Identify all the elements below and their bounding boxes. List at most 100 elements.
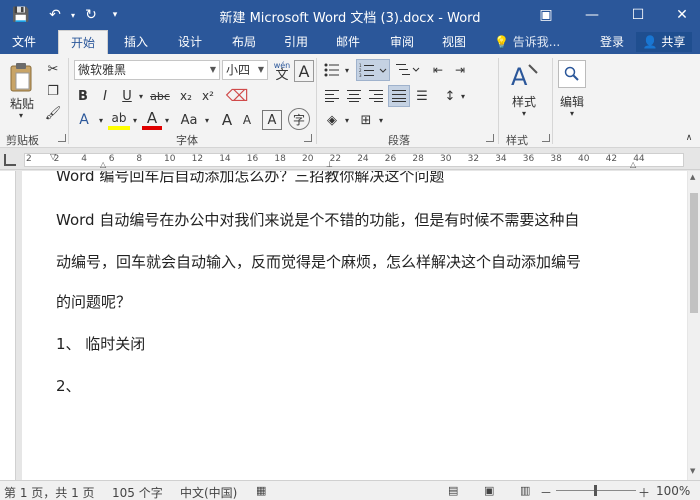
doc-line[interactable]: 1、 临时关闭 [56,333,145,354]
underline-dropdown-icon[interactable]: ▾ [136,86,146,106]
paste-button[interactable] [6,60,36,94]
font-name-combo[interactable]: 微软雅黑 ▼ [74,60,220,80]
text-effects-icon[interactable]: ⌫ [226,84,249,106]
hanging-indent-marker[interactable]: △ [100,160,106,169]
tab-design[interactable]: 设计 [168,30,212,54]
ribbon-display-options-icon[interactable]: ▣ [526,0,566,30]
horizontal-ruler[interactable]: 2 2 4 6 8 10 12 14 16 18 20 22 24 26 28 30 32 34 36 38 40 42 4… [0,150,700,170]
chevron-down-icon[interactable]: ▾ [566,108,578,118]
web-layout-icon[interactable]: ▥ [520,484,530,497]
tab-selector-icon[interactable] [4,154,16,166]
align-right-icon[interactable] [366,86,386,106]
vertical-ruler[interactable] [0,171,16,480]
scroll-down-icon[interactable]: ▼ [690,467,695,475]
line-spacing-icon[interactable]: ↕ [440,86,460,106]
page-count[interactable]: 第 1 页，共 1 页 [4,484,95,500]
close-button[interactable]: ✕ [662,0,700,30]
doc-line[interactable]: Word 编号回车后自动添加怎么办？三招教你解决这个问题 [56,171,444,186]
font-size-combo[interactable]: 小四 ▼ [222,60,268,80]
share-button[interactable]: 👤 共享 [636,32,692,52]
font-color-button[interactable]: A [142,109,162,130]
tab-mailings[interactable]: 邮件 [326,30,370,54]
paste-label[interactable]: 粘贴 [4,96,40,111]
character-border-button[interactable]: A [262,110,282,130]
strikethrough-button[interactable]: abc [148,86,172,106]
tab-review[interactable]: 审阅 [380,30,424,54]
paragraph-launcher-icon[interactable] [486,134,494,142]
zoom-out-button[interactable]: － [540,484,552,500]
clear-formatting-button[interactable]: A [294,60,314,82]
shrink-font-button[interactable]: A [238,110,256,130]
tab-stop-marker[interactable]: ⊥ [326,160,333,169]
superscript-button[interactable]: x² [198,86,218,106]
maximize-button[interactable]: ☐ [618,0,658,30]
styles-gallery-icon[interactable]: A [508,60,540,92]
macro-record-icon[interactable]: ▦ [256,484,266,497]
scrollbar-thumb[interactable] [690,193,698,313]
tell-me-box[interactable]: 💡 告诉我... [494,30,560,54]
document-page[interactable]: Word 编号回车后自动添加怎么办？三招教你解决这个问题 Word 自动编号在办… [22,171,687,480]
customize-quick-access-icon[interactable]: ▾ [104,5,126,25]
change-case-button[interactable]: Aa [176,110,202,130]
font-launcher-icon[interactable] [304,134,312,142]
styles-launcher-icon[interactable] [542,134,550,142]
chevron-down-icon[interactable]: ▾ [458,86,468,106]
tab-home[interactable]: 开始 [58,30,108,54]
subscript-button[interactable]: x₂ [176,86,196,106]
editing-button-label[interactable]: 编辑 [554,94,590,109]
bullets-icon[interactable] [322,60,342,80]
styles-button-label[interactable]: 样式 [506,94,542,109]
print-layout-icon[interactable]: ▣ [484,484,494,497]
signin-link[interactable]: 登录 [592,30,632,54]
chevron-down-icon[interactable]: ▾ [130,110,140,130]
redo-icon[interactable]: ↻ [80,5,102,25]
bold-button[interactable]: B [74,86,92,106]
doc-line[interactable]: 2、 [56,375,81,396]
text-effects-button[interactable]: A [74,110,94,130]
phonetic-guide-button[interactable]: wén 文 [272,58,292,84]
save-icon[interactable]: 💾 [10,5,32,25]
doc-line[interactable]: Word 自动编号在办公中对我们来说是个不错的功能，但是有时候不需要这种自 [56,209,579,230]
cut-icon[interactable]: ✂ [44,60,62,78]
first-line-indent-marker[interactable]: ▽ [50,152,56,161]
chevron-down-icon[interactable]: ▾ [342,60,352,80]
decrease-indent-icon[interactable]: ⇤ [428,60,448,80]
language-status[interactable]: 中文(中国) [180,484,237,500]
align-left-icon[interactable] [322,86,342,106]
doc-line[interactable]: 的问题呢？ [56,291,131,312]
italic-button[interactable]: I [96,86,114,106]
word-count[interactable]: 105 个字 [112,484,163,500]
multilevel-list-icon[interactable] [394,60,422,80]
borders-icon[interactable]: ⊞ [356,110,376,130]
tab-insert[interactable]: 插入 [114,30,158,54]
copy-icon[interactable]: ❐ [44,82,62,100]
underline-button[interactable]: U [118,86,136,106]
tab-view[interactable]: 视图 [432,30,476,54]
clipboard-launcher-icon[interactable] [58,134,66,142]
tab-file[interactable]: 文件 [2,30,46,54]
chevron-down-icon[interactable]: ▾ [518,108,530,118]
read-mode-icon[interactable]: ▤ [448,484,458,497]
zoom-slider-thumb[interactable] [594,485,597,496]
justify-icon[interactable] [388,85,410,107]
enclose-characters-button[interactable]: 字 [288,108,310,130]
chevron-down-icon[interactable]: ▾ [162,110,172,130]
tab-layout[interactable]: 布局 [222,30,266,54]
shading-icon[interactable]: ◈ [322,110,342,130]
right-indent-marker[interactable]: △ [630,160,636,169]
search-icon[interactable] [558,60,586,88]
chevron-down-icon[interactable]: ▾ [342,110,352,130]
tab-references[interactable]: 引用 [274,30,318,54]
increase-indent-icon[interactable]: ⇥ [450,60,470,80]
distributed-icon[interactable]: ☰ [412,86,432,106]
chevron-down-icon[interactable]: ▾ [96,110,106,130]
zoom-level[interactable]: 100% [656,484,690,498]
paste-dropdown-icon[interactable]: ▾ [14,110,28,120]
format-painter-icon[interactable]: 🖌 [44,104,62,122]
align-center-icon[interactable] [344,86,364,106]
collapse-ribbon-icon[interactable]: ∧ [682,132,696,144]
zoom-in-button[interactable]: ＋ [638,484,650,500]
grow-font-button[interactable]: A [218,110,236,130]
minimize-button[interactable]: — [572,0,612,30]
chevron-down-icon[interactable]: ▾ [202,110,212,130]
